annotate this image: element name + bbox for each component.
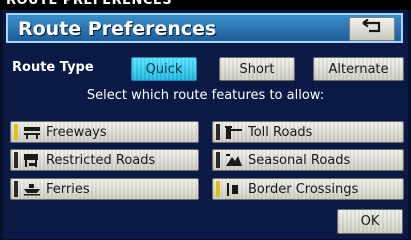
feature-freeways-button[interactable]: Freeways <box>10 121 199 143</box>
feature-seasonal-roads-button[interactable]: Seasonal Roads <box>212 149 404 171</box>
feature-freeways-label: Freeways <box>46 124 107 140</box>
restricted-roads-allowed-indicator <box>14 152 18 168</box>
route-type-quick-button[interactable]: Quick <box>131 57 197 81</box>
route-type-short-button[interactable]: Short <box>219 57 295 81</box>
toll-booth-icon <box>225 125 243 139</box>
ferries-allowed-indicator <box>14 181 18 197</box>
feature-ferries-label: Ferries <box>46 181 90 197</box>
feature-restricted-roads-label: Restricted Roads <box>46 152 156 168</box>
route-type-short-label: Short <box>239 61 275 77</box>
restricted-road-icon <box>23 153 41 167</box>
feature-toll-roads-button[interactable]: Toll Roads <box>212 121 404 143</box>
image-caption: ROUTE PREFERENCES <box>0 0 411 10</box>
ok-label: OK <box>360 214 380 229</box>
page-title: Route Preferences <box>18 18 217 40</box>
toll-roads-allowed-indicator <box>216 124 220 140</box>
feature-ferries-button[interactable]: Ferries <box>10 178 199 200</box>
back-button[interactable] <box>349 17 395 41</box>
header-bar: Route Preferences <box>6 13 403 43</box>
ok-button[interactable]: OK <box>337 209 403 234</box>
feature-border-crossings-button[interactable]: Border Crossings <box>212 178 404 200</box>
route-preferences-screen: ROUTE PREFERENCES Route Preferences Rout… <box>0 0 411 240</box>
instruction-text: Select which route features to allow: <box>86 88 325 103</box>
route-type-label: Route Type <box>12 60 94 75</box>
freeway-icon <box>23 126 41 139</box>
border-crossings-allowed-indicator <box>216 181 220 197</box>
route-type-quick-label: Quick <box>145 61 183 77</box>
feature-restricted-roads-button[interactable]: Restricted Roads <box>10 149 199 171</box>
border-crossing-icon <box>225 182 243 196</box>
feature-seasonal-roads-label: Seasonal Roads <box>248 152 351 168</box>
feature-border-crossings-label: Border Crossings <box>248 181 359 197</box>
return-arrow-icon <box>359 18 385 39</box>
feature-toll-roads-label: Toll Roads <box>248 124 313 140</box>
route-type-alternate-button[interactable]: Alternate <box>313 57 404 81</box>
freeways-allowed-indicator <box>14 124 18 140</box>
route-type-alternate-label: Alternate <box>328 61 389 77</box>
seasonal-road-icon <box>225 153 243 167</box>
ferry-icon <box>23 183 41 196</box>
seasonal-roads-allowed-indicator <box>216 152 220 168</box>
